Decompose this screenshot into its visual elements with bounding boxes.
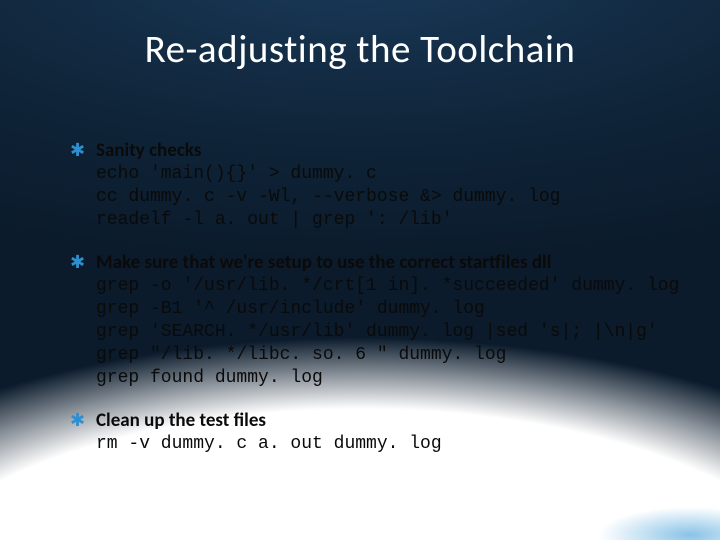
code-block: rm -v dummy. c a. out dummy. log xyxy=(96,433,680,456)
item-heading: Sanity checks xyxy=(96,140,201,163)
code-block: echo 'main(){}' > dummy. c cc dummy. c -… xyxy=(96,163,680,232)
bullet-icon: ✱ xyxy=(70,253,96,273)
slide: Re-adjusting the Toolchain ✱ Sanity chec… xyxy=(0,0,720,540)
list-item: ✱ Clean up the test files rm -v dummy. c… xyxy=(70,410,680,456)
code-block: grep -o '/usr/lib. */crt[1 in]. *succeed… xyxy=(96,275,680,390)
item-heading: Make sure that we're setup to use the co… xyxy=(96,252,551,275)
list-item: ✱ Make sure that we're setup to use the … xyxy=(70,252,680,390)
slide-title: Re-adjusting the Toolchain xyxy=(0,0,720,73)
bullet-icon: ✱ xyxy=(70,141,96,161)
list-item: ✱ Sanity checks echo 'main(){}' > dummy.… xyxy=(70,140,680,232)
slide-body: ✱ Sanity checks echo 'main(){}' > dummy.… xyxy=(70,140,680,476)
item-heading: Clean up the test files xyxy=(96,410,266,433)
bullet-icon: ✱ xyxy=(70,411,96,431)
